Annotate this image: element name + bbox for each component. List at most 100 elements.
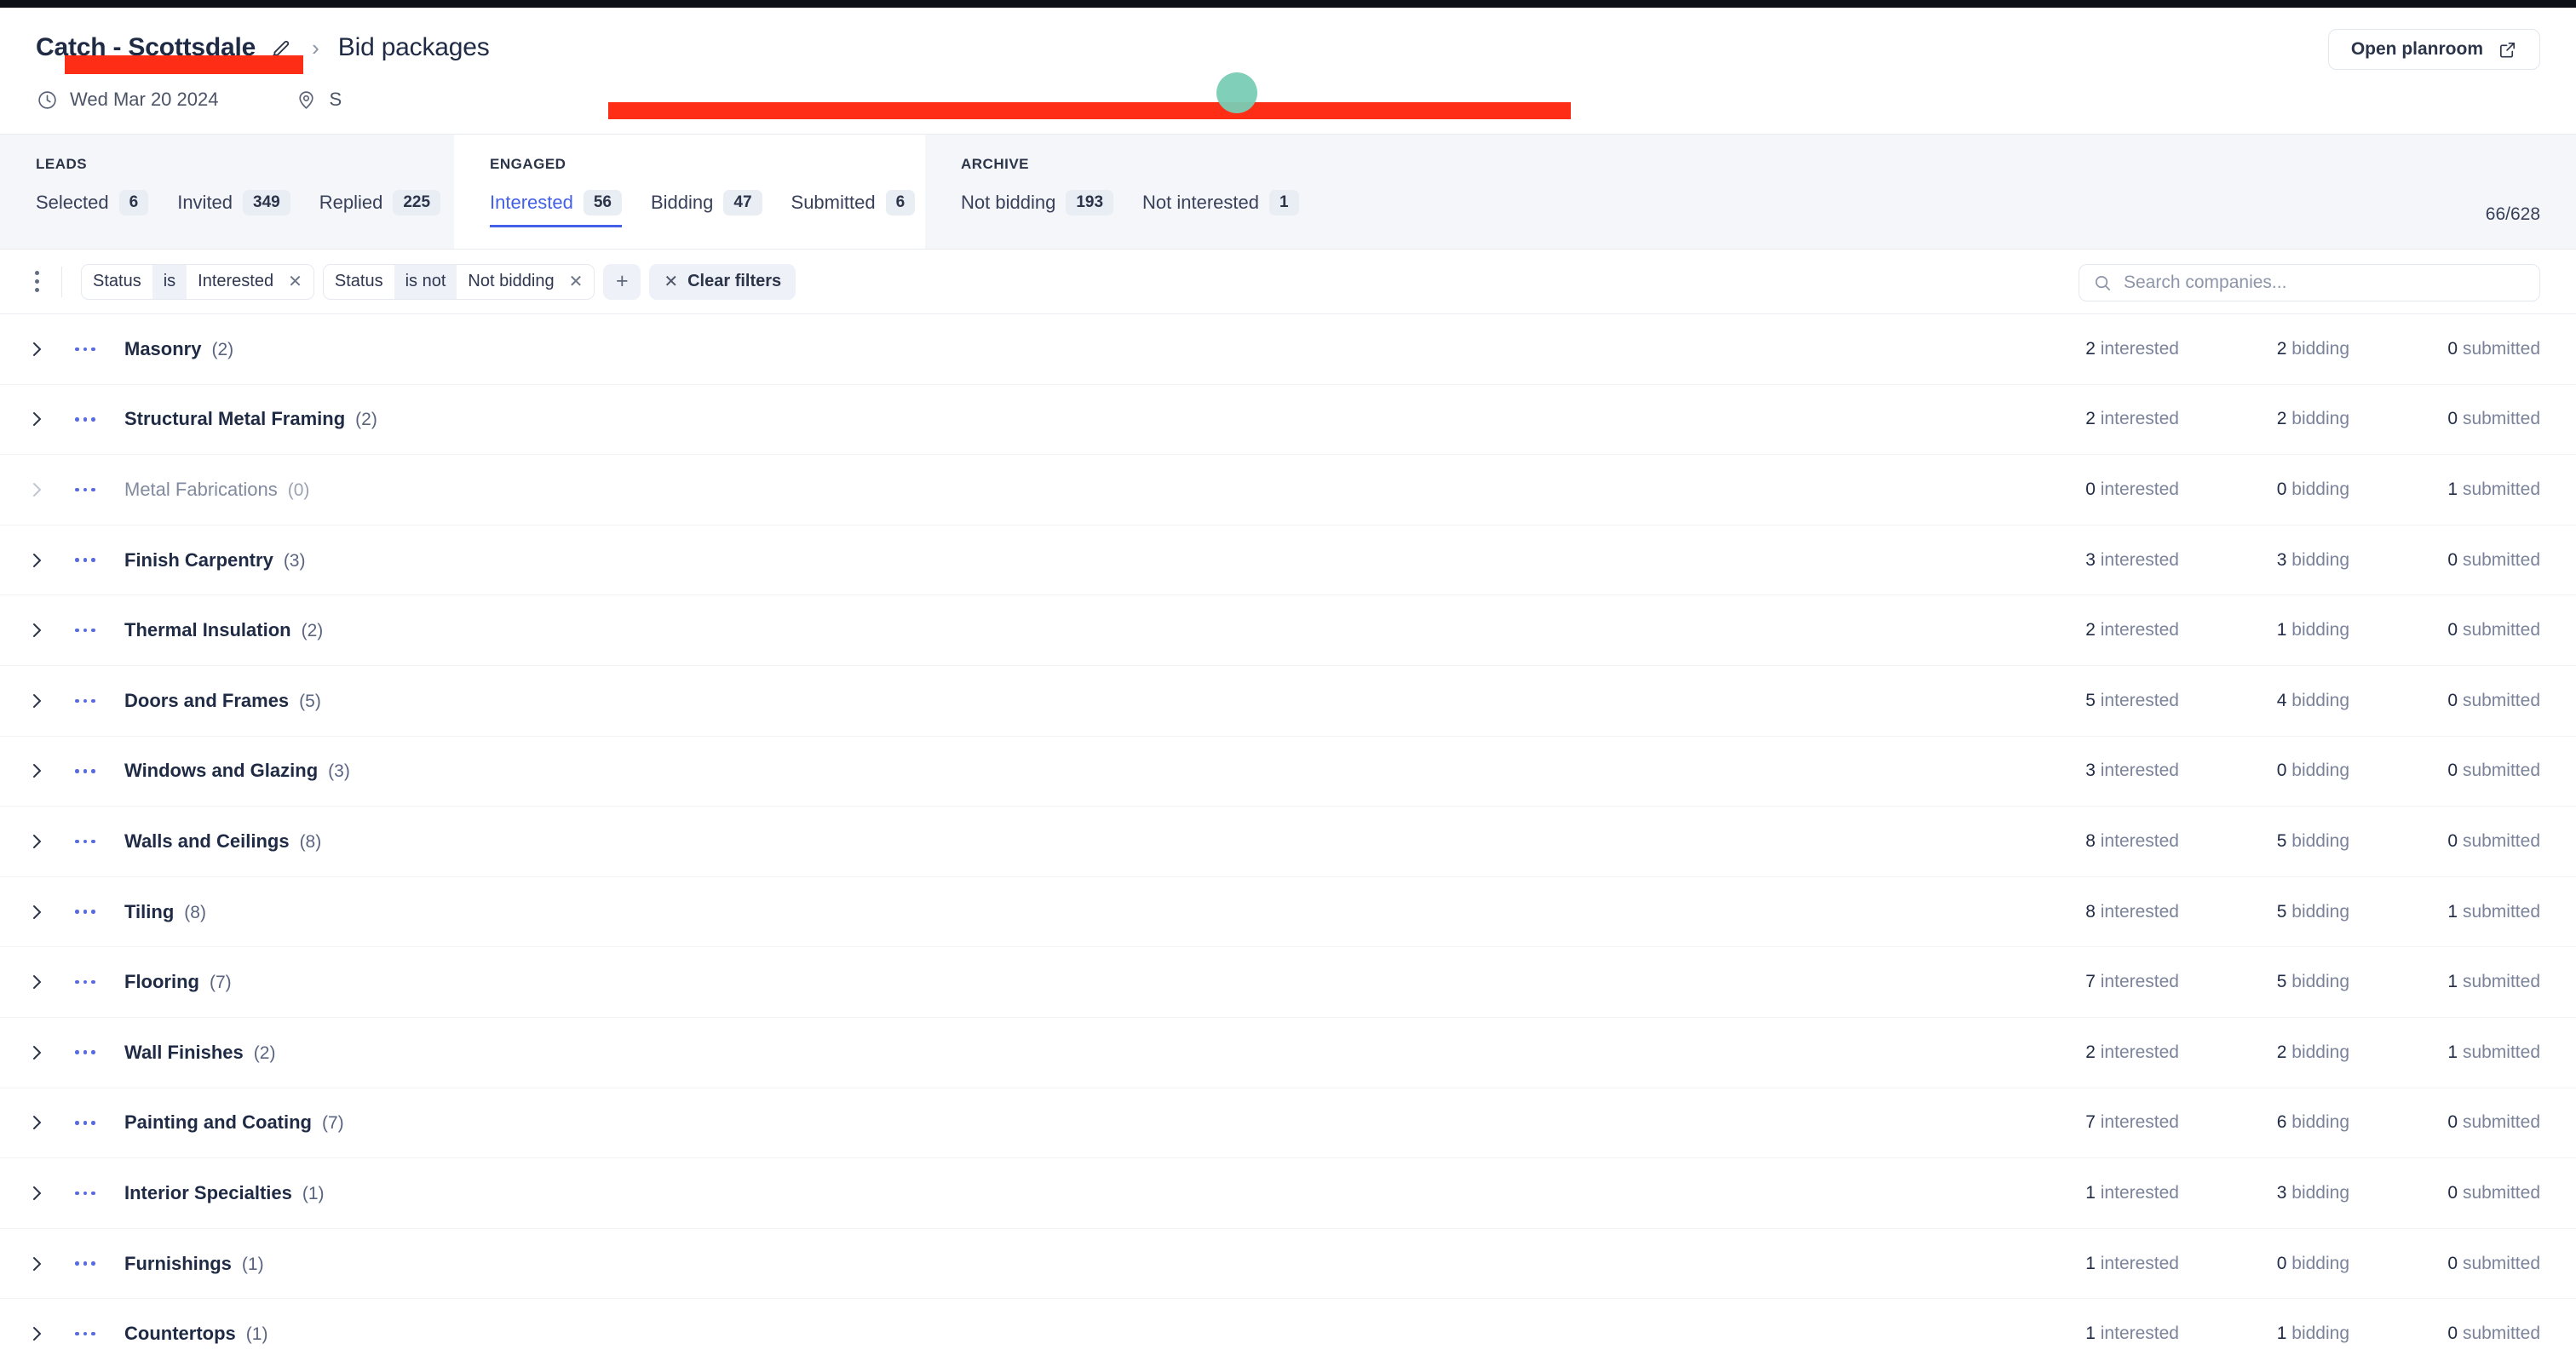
table-row[interactable]: Doors and Frames (5) 5 interested 4 bidding… xyxy=(0,665,2576,737)
more-options-icon[interactable] xyxy=(27,267,46,296)
expand-chevron-icon[interactable] xyxy=(26,549,48,571)
table-row[interactable]: Structural Metal Framing (2) 2 interested 2… xyxy=(0,384,2576,456)
filter-operator[interactable]: is xyxy=(152,264,187,299)
stat-tab-bidding[interactable]: Bidding 47 xyxy=(636,190,777,227)
row-more-options-icon[interactable] xyxy=(72,1121,99,1125)
stat-tab-interested[interactable]: Interested 56 xyxy=(490,190,636,227)
expand-chevron-icon[interactable] xyxy=(26,901,48,923)
expand-chevron-icon[interactable] xyxy=(26,338,48,360)
stat-tab-not-bidding[interactable]: Not bidding 193 xyxy=(961,190,1128,227)
row-more-options-icon[interactable] xyxy=(72,1331,99,1336)
row-more-options-icon[interactable] xyxy=(72,628,99,633)
row-more-options-icon[interactable] xyxy=(72,1191,99,1196)
row-stat-label: bidding xyxy=(2291,338,2349,359)
expand-chevron-icon[interactable] xyxy=(26,1111,48,1134)
breadcrumb: Catch - Scottsdale › Bid packages xyxy=(36,30,490,74)
expand-chevron-icon[interactable] xyxy=(26,760,48,782)
row-stats: 7 interested 6 bidding 0 submitted xyxy=(1968,1088,2540,1158)
clear-filters-button[interactable]: ✕ Clear filters xyxy=(649,263,796,300)
stat-tab-not-interested[interactable]: Not interested 1 xyxy=(1128,190,1314,227)
stats-group-archive: ARCHIVE Not bidding 193 Not interested 1… xyxy=(925,135,2576,249)
row-stat-bidding: 2 bidding xyxy=(2179,409,2349,429)
row-name: Tiling (8) xyxy=(124,901,206,923)
table-row[interactable]: Metal Fabrications (0) 0 interested 0 biddi… xyxy=(0,455,2576,525)
row-stat-submitted: 0 submitted xyxy=(2349,1183,2540,1203)
stat-tab-invited[interactable]: Invited 349 xyxy=(163,190,305,227)
filter-remove-icon[interactable]: ✕ xyxy=(285,271,313,292)
table-row[interactable]: Thermal Insulation (2) 2 interested 1 biddi… xyxy=(0,595,2576,666)
row-stat-submitted: 1 submitted xyxy=(2349,902,2540,922)
table-row[interactable]: Furnishings (1) 1 interested 0 bidding 0 sub… xyxy=(0,1228,2576,1300)
expand-chevron-icon[interactable] xyxy=(26,479,48,501)
row-stat-value: 0 xyxy=(2276,761,2287,781)
expand-chevron-icon[interactable] xyxy=(26,1182,48,1204)
row-more-options-icon[interactable] xyxy=(72,1261,99,1266)
open-planroom-button[interactable]: Open planroom xyxy=(2327,29,2540,70)
expand-chevron-icon[interactable] xyxy=(26,830,48,853)
close-icon: ✕ xyxy=(664,273,679,291)
row-stat-value: 2 xyxy=(2085,1042,2096,1062)
row-stat-submitted: 0 submitted xyxy=(2349,409,2540,429)
stat-badge: 349 xyxy=(243,190,290,215)
stats-group-tabs: Not bidding 193 Not interested 1 xyxy=(961,190,2540,227)
table-row[interactable]: Windows and Glazing (3) 3 interested 0 bidd… xyxy=(0,736,2576,807)
row-stats: 7 interested 5 bidding 1 submitted xyxy=(1968,947,2540,1017)
table-row[interactable]: Masonry (2) 2 interested 2 bidding 0 submitt… xyxy=(0,314,2576,385)
row-stat-label: bidding xyxy=(2291,549,2349,570)
table-row[interactable]: Walls and Ceilings (8) 8 interested 5 biddi… xyxy=(0,807,2576,877)
row-more-options-icon[interactable] xyxy=(72,558,99,562)
project-address: S xyxy=(295,89,1572,119)
expand-chevron-icon[interactable] xyxy=(26,408,48,430)
row-stat-submitted: 1 submitted xyxy=(2349,480,2540,500)
package-count: (1) xyxy=(241,1254,264,1274)
row-stat-label: submitted xyxy=(2462,972,2540,992)
row-more-options-icon[interactable] xyxy=(72,910,99,914)
filter-remove-icon[interactable]: ✕ xyxy=(566,271,595,292)
expand-chevron-icon[interactable] xyxy=(26,971,48,993)
row-stat-value: 1 xyxy=(2447,901,2458,922)
row-more-options-icon[interactable] xyxy=(72,1050,99,1054)
filter-value[interactable]: Not bidding xyxy=(457,272,565,291)
expand-chevron-icon[interactable] xyxy=(26,619,48,641)
row-more-options-icon[interactable] xyxy=(72,839,99,844)
project-address-redaction xyxy=(608,102,1572,119)
search-companies-box[interactable] xyxy=(2079,264,2540,301)
table-row[interactable]: Finish Carpentry (3) 3 interested 3 bidding… xyxy=(0,525,2576,596)
row-more-options-icon[interactable] xyxy=(72,487,99,492)
stat-tab-submitted[interactable]: Submitted 6 xyxy=(777,190,930,227)
row-more-options-icon[interactable] xyxy=(72,769,99,773)
expand-chevron-icon[interactable] xyxy=(26,1042,48,1064)
external-link-icon xyxy=(2497,39,2517,60)
package-count: (2) xyxy=(253,1042,276,1063)
expand-chevron-icon[interactable] xyxy=(26,1253,48,1275)
row-stat-value: 1 xyxy=(2085,1253,2096,1273)
stat-tab-replied[interactable]: Replied 225 xyxy=(305,190,455,227)
table-row[interactable]: Flooring (7) 7 interested 5 bidding 1 submit… xyxy=(0,947,2576,1018)
row-stat-label: submitted xyxy=(2462,1253,2540,1273)
filter-operator[interactable]: is not xyxy=(394,264,457,299)
row-more-options-icon[interactable] xyxy=(72,417,99,422)
row-stat-interested: 3 interested xyxy=(1968,761,2179,781)
table-row[interactable]: Tiling (8) 8 interested 5 bidding 1 submitte… xyxy=(0,876,2576,948)
table-row[interactable]: Countertops (1) 1 interested 1 bidding 0 sub… xyxy=(0,1299,2576,1361)
row-stat-label: submitted xyxy=(2462,479,2540,499)
table-row[interactable]: Wall Finishes (2) 2 interested 2 bidding 1 s… xyxy=(0,1017,2576,1088)
table-row[interactable]: Painting and Coating (7) 7 interested 6 bid… xyxy=(0,1088,2576,1159)
row-stat-bidding: 1 bidding xyxy=(2179,1324,2349,1344)
row-more-options-icon[interactable] xyxy=(72,698,99,703)
package-count: (5) xyxy=(299,691,321,711)
row-stat-label: bidding xyxy=(2291,1112,2349,1133)
expand-chevron-icon[interactable] xyxy=(26,1323,48,1345)
row-more-options-icon[interactable] xyxy=(72,979,99,985)
filter-chip-status-is[interactable]: Status is Interested ✕ xyxy=(81,263,314,300)
row-stat-interested: 8 interested xyxy=(1968,902,2179,922)
expand-chevron-icon[interactable] xyxy=(26,690,48,712)
filter-value[interactable]: Interested xyxy=(187,272,285,291)
row-more-options-icon[interactable] xyxy=(72,347,99,352)
stat-tab-selected[interactable]: Selected 6 xyxy=(36,190,163,227)
filter-chip-status-is-not[interactable]: Status is not Not bidding ✕ xyxy=(322,263,595,300)
add-filter-button[interactable]: + xyxy=(603,263,641,300)
search-input[interactable] xyxy=(2124,273,2526,293)
table-row[interactable]: Interior Specialties (1) 1 interested 3 bid… xyxy=(0,1158,2576,1229)
filter-field: Status xyxy=(334,272,383,290)
